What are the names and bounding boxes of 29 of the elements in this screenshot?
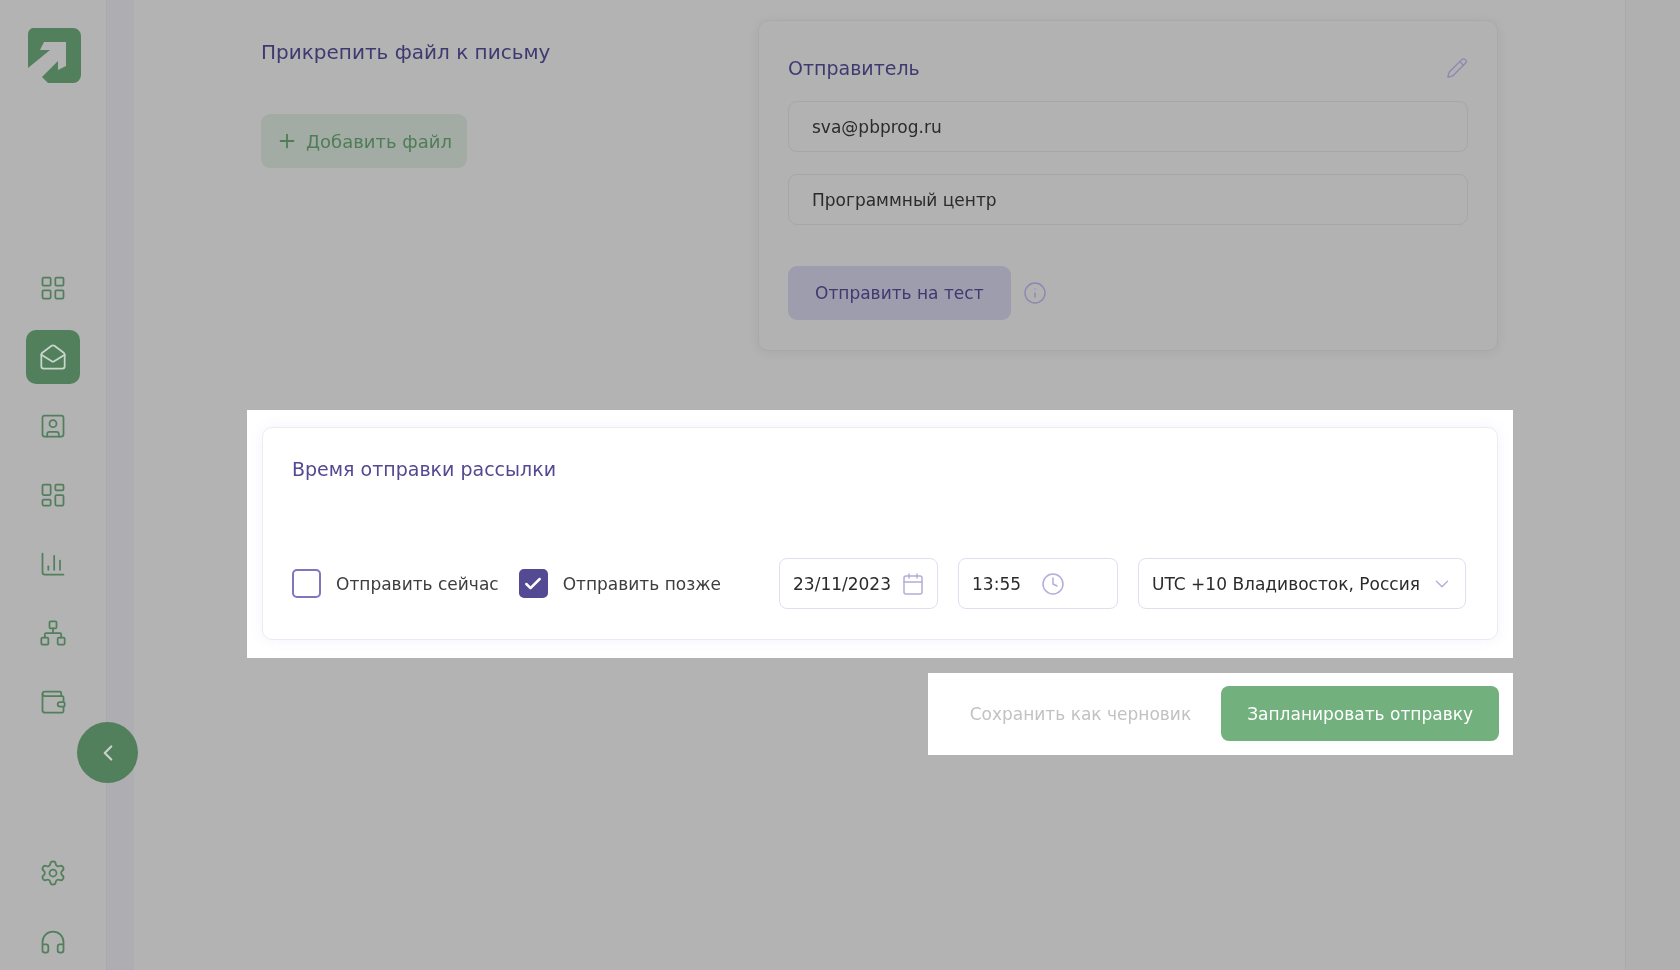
info-icon[interactable] — [1022, 281, 1047, 305]
date-field[interactable]: 23/11/2023 — [779, 558, 938, 609]
contact-card-icon — [39, 412, 67, 440]
sidebar-item[interactable] — [26, 330, 80, 384]
edit-icon[interactable] — [1446, 57, 1468, 79]
checkbox-label: Отправить сейчас — [336, 573, 499, 594]
headset-icon — [39, 928, 67, 956]
checkbox-label: Отправить позже — [562, 573, 721, 594]
checkbox[interactable] — [518, 569, 548, 598]
send-test-button[interactable]: Отправить на тест — [788, 266, 1011, 320]
settings-icon — [39, 859, 67, 887]
wallet-icon — [39, 688, 67, 716]
clock-icon — [1041, 571, 1065, 596]
timezone-select[interactable]: UTC +10 Владивосток, Россия — [1138, 558, 1466, 609]
sender-name-field[interactable]: Программный центр — [788, 174, 1468, 225]
email-field[interactable]: sva@pbprog.ru — [788, 101, 1468, 152]
panels-icon — [39, 481, 67, 509]
collapse-button[interactable] — [77, 722, 138, 783]
calendar-icon — [901, 571, 925, 596]
checkbox[interactable] — [292, 569, 321, 598]
hierarchy-icon — [39, 619, 67, 647]
section-title: Прикрепить файл к письму — [261, 40, 552, 64]
card-title: Время отправки рассылки — [292, 458, 558, 480]
bar-chart-icon — [39, 550, 67, 578]
envelope-icon — [39, 343, 67, 371]
time-field[interactable]: 13:55 — [958, 558, 1118, 609]
card-title: Отправитель — [788, 57, 920, 79]
grid-icon — [39, 274, 67, 302]
logo-icon — [25, 28, 81, 83]
